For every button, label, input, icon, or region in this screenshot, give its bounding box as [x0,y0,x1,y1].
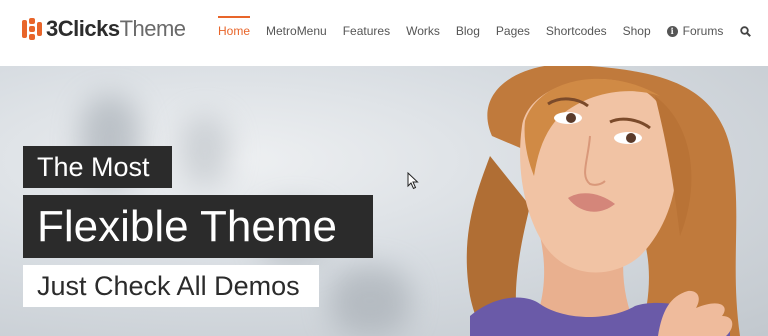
hero-headline-line1: The Most [23,146,172,188]
logo-mark-icon [22,18,42,40]
nav-item-home[interactable]: Home [210,0,258,62]
nav-item-forums-label: Forums [682,24,724,38]
search-icon [740,25,751,37]
hero-headline-line2: Flexible Theme [23,195,373,258]
site-header: 3Clicks Theme Home MetroMenu Features Wor… [0,0,768,66]
nav-item-shortcodes[interactable]: Shortcodes [538,0,615,62]
hero-banner: The Most Flexible Theme Just Check All D… [0,66,768,336]
logo-text: 3Clicks Theme [46,16,186,42]
nav-item-pages[interactable]: Pages [488,0,538,62]
search-button[interactable] [731,0,759,62]
info-icon: i [666,25,678,37]
nav-item-features[interactable]: Features [335,0,398,62]
woman-portrait-image [466,66,740,336]
nav-item-shop[interactable]: Shop [615,0,659,62]
logo-text-light: Theme [119,16,186,41]
logo-text-bold: 3Clicks [46,16,120,41]
site-logo[interactable]: 3Clicks Theme [22,16,186,42]
mouse-cursor-icon [407,172,419,190]
hero-subheadline: Just Check All Demos [23,265,319,307]
nav-item-forums[interactable]: i Forums [659,0,732,62]
nav-item-metromenu[interactable]: MetroMenu [258,0,335,62]
nav-item-blog[interactable]: Blog [448,0,488,62]
main-nav: Home MetroMenu Features Works Blog Pages… [210,0,768,62]
nav-item-works[interactable]: Works [398,0,448,62]
cart-button[interactable] [759,0,768,62]
